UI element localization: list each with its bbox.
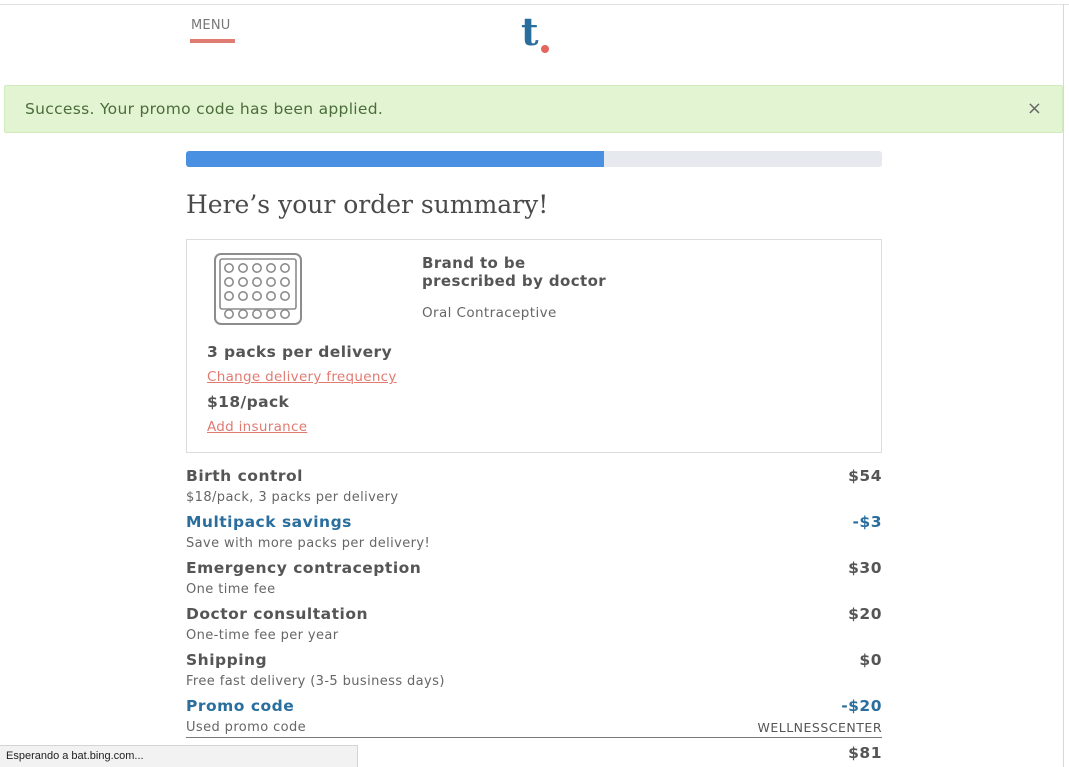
line-amount: $20 (848, 605, 882, 623)
packs-per-delivery: 3 packs per delivery (207, 343, 393, 361)
line-emergency-contraception: Emergency contraception One time fee $30 (186, 558, 882, 604)
line-amount: -$3 (852, 513, 882, 531)
line-label: Shipping (186, 651, 268, 669)
brand-name-line: Brand to be (422, 254, 526, 272)
add-insurance-link[interactable]: Add insurance (207, 419, 307, 435)
logo[interactable]: t (517, 10, 557, 58)
total-divider (186, 737, 882, 738)
brand-name: Brand to be prescribed by doctor (422, 254, 606, 290)
price-per-pack: $18/pack (207, 393, 290, 411)
close-icon[interactable]: × (1027, 98, 1042, 119)
brand-name-line: prescribed by doctor (422, 272, 607, 290)
line-desc: $18/pack, 3 packs per delivery (186, 490, 399, 505)
product-type: Oral Contraceptive (422, 305, 557, 321)
logo-letter: t (521, 9, 539, 54)
line-desc: Save with more packs per delivery! (186, 536, 431, 551)
status-text: Esperando a bat.bing.com... (6, 750, 144, 762)
line-promo-code: Promo code Used promo code -$20 WELLNESS… (186, 696, 882, 742)
top-divider (0, 4, 1069, 5)
total-amount: $81 (848, 744, 882, 762)
line-amount: $54 (848, 467, 882, 485)
line-doctor-consultation: Doctor consultation One-time fee per yea… (186, 604, 882, 650)
order-line-items: Birth control $18/pack, 3 packs per deli… (186, 466, 882, 742)
progress-fill (186, 151, 604, 167)
page-title: Here’s your order summary! (186, 190, 549, 219)
line-desc: Free fast delivery (3-5 business days) (186, 674, 445, 689)
menu-button[interactable]: MENU (191, 18, 230, 33)
line-label: Promo code (186, 697, 295, 715)
menu-underline (190, 39, 235, 43)
line-multipack-savings: Multipack savings Save with more packs p… (186, 512, 882, 558)
line-amount: $30 (848, 559, 882, 577)
line-label: Multipack savings (186, 513, 352, 531)
line-birth-control: Birth control $18/pack, 3 packs per deli… (186, 466, 882, 512)
line-label: Emergency contraception (186, 559, 422, 577)
success-alert: Success. Your promo code has been applie… (4, 85, 1063, 133)
line-label: Birth control (186, 467, 303, 485)
line-amount: -$20 (841, 697, 882, 715)
logo-dot (541, 45, 549, 53)
promo-code-value: WELLNESSCENTER (757, 720, 882, 735)
line-shipping: Shipping Free fast delivery (3-5 busines… (186, 650, 882, 696)
line-label: Doctor consultation (186, 605, 369, 623)
change-delivery-frequency-link[interactable]: Change delivery frequency (207, 369, 397, 385)
right-scroll-edge (1063, 4, 1064, 767)
line-desc: One time fee (186, 582, 276, 597)
progress-bar (186, 151, 882, 167)
line-desc: One-time fee per year (186, 628, 339, 643)
pill-pack-icon (214, 253, 302, 325)
line-desc: Used promo code (186, 720, 307, 735)
alert-message: Success. Your promo code has been applie… (25, 100, 384, 118)
line-amount: $0 (859, 651, 882, 669)
product-card: Brand to be prescribed by doctor Oral Con… (186, 239, 882, 453)
browser-status-bar: Esperando a bat.bing.com... (0, 745, 358, 767)
